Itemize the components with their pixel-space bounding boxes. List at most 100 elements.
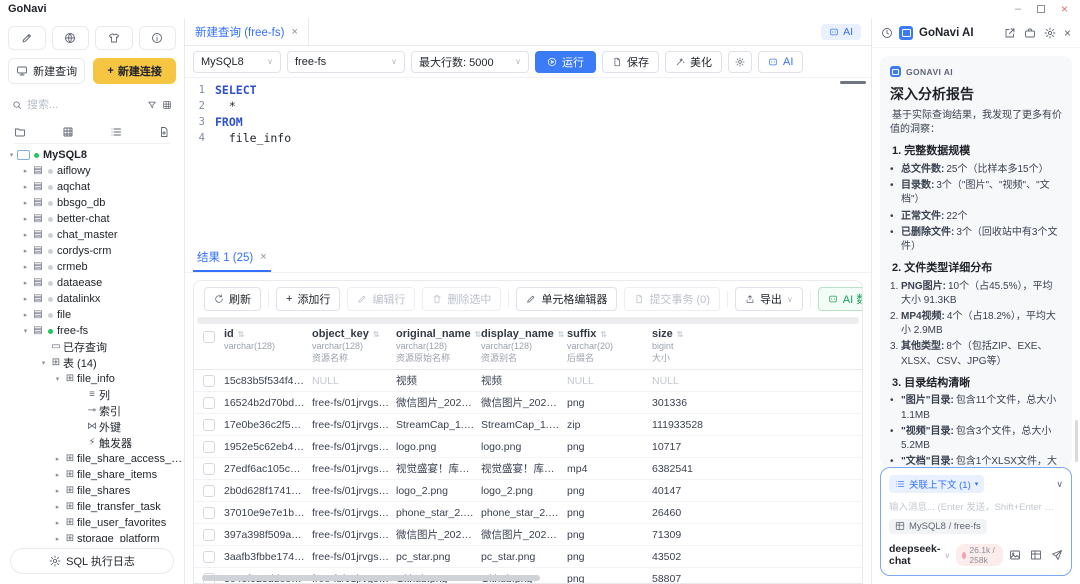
list-view-icon[interactable]	[110, 126, 122, 138]
cell-original-name[interactable]: logo.png	[396, 441, 481, 453]
open-external-icon[interactable]	[1004, 27, 1016, 39]
chat-input-box[interactable]: 关联上下文 (1) ▾ ∨ 输入消息... (Enter 发送，Shift+En…	[880, 467, 1072, 576]
row-checkbox[interactable]	[203, 397, 215, 409]
close-window-button[interactable]: ×	[1061, 3, 1068, 15]
tree-expand-arrow[interactable]: ▾	[52, 375, 63, 383]
sort-icon[interactable]: ⇅	[238, 330, 245, 339]
info-button[interactable]	[139, 26, 177, 50]
sql-editor[interactable]: 1 SELECT 2 * 3 FROM 4 file_info	[185, 78, 871, 247]
tree-item[interactable]: ▸ ⊞ file_shares	[0, 483, 184, 499]
column-header-display-name[interactable]: display_name⇅ varchar(128) 资源别名	[481, 328, 567, 364]
cell-suffix[interactable]: mp4	[567, 463, 652, 475]
tree-expand-arrow[interactable]: ▸	[20, 247, 31, 255]
table-view-icon[interactable]	[62, 126, 74, 138]
tree-item[interactable]: ▸ ▤ file	[0, 307, 184, 323]
tree-item[interactable]: ≡ 列	[0, 387, 184, 403]
cell-id[interactable]: 15c83b5f534f49e4b...	[224, 375, 312, 387]
delete-selected-button[interactable]: 删除选中	[422, 287, 501, 311]
tree-item[interactable]: ▸ ⊞ storage_platform	[0, 531, 184, 542]
row-checkbox[interactable]	[203, 441, 215, 453]
attach-table-icon[interactable]	[1030, 549, 1042, 561]
editor-settings-button[interactable]	[728, 51, 752, 73]
tree-expand-arrow[interactable]: ▸	[52, 487, 63, 495]
tree-expand-arrow[interactable]: ▸	[52, 519, 63, 527]
cell-object-key[interactable]: free-fs/01jrvgs943q...	[312, 485, 396, 497]
run-button[interactable]: 运行	[535, 51, 596, 73]
tree-item[interactable]: ▸ ▤ cordys-crm	[0, 243, 184, 259]
tree-item[interactable]: ▸ ⊞ file_transfer_task	[0, 499, 184, 515]
cell-id[interactable]: 397a398f509a44aa9...	[224, 529, 312, 541]
cell-size[interactable]: 58807	[652, 573, 862, 583]
table-row[interactable]: 37010e9e7e1b4954... free-fs/01jrvgs943q.…	[194, 502, 862, 524]
search-input[interactable]	[27, 99, 142, 111]
cell-size[interactable]: 40147	[652, 485, 862, 497]
tree-item[interactable]: ▸ ▤ better-chat	[0, 211, 184, 227]
message-input-placeholder[interactable]: 输入消息... (Enter 发送，Shift+Enter 换行，/ 快捷命令)	[889, 499, 1063, 513]
cell-original-name[interactable]: logo_2.png	[396, 485, 481, 497]
cell-suffix[interactable]: zip	[567, 419, 652, 431]
send-icon[interactable]	[1051, 549, 1063, 561]
table-row[interactable]: 16524b2d70bd4527... free-fs/01jrvgs943q.…	[194, 392, 862, 414]
folder-view-icon[interactable]	[14, 126, 26, 138]
table-row[interactable]: 17e0be36c2f541ce9... free-fs/01jrvgs943q…	[194, 414, 862, 436]
tree-expand-arrow[interactable]: ▸	[52, 503, 63, 511]
cell-id[interactable]: 2b0d628f17414983...	[224, 485, 312, 497]
select-all-checkbox[interactable]	[203, 331, 215, 343]
cell-object-key[interactable]: NULL	[312, 375, 396, 387]
commit-transaction-button[interactable]: 提交事务 (0)	[624, 287, 720, 311]
close-tab-icon[interactable]: ×	[291, 26, 297, 38]
pen-tool-button[interactable]	[8, 26, 46, 50]
refresh-button[interactable]: 刷新	[204, 287, 261, 311]
save-button[interactable]: 保存	[602, 51, 659, 73]
cell-suffix[interactable]: png	[567, 551, 652, 563]
cell-suffix[interactable]: png	[567, 573, 652, 583]
cell-suffix[interactable]: NULL	[567, 375, 652, 387]
cell-display-name[interactable]: StreamCap_1.0.2_2_...	[481, 419, 567, 431]
sort-icon[interactable]: ⇅	[373, 330, 380, 339]
cell-display-name[interactable]: 微信图片_20240326...	[481, 395, 567, 410]
tree-item[interactable]: ▸ ▤ chat_master	[0, 227, 184, 243]
cell-size[interactable]: 301336	[652, 397, 862, 409]
close-result-tab-icon[interactable]: ×	[260, 251, 266, 263]
beautify-button[interactable]: 美化	[665, 51, 722, 73]
tree-item[interactable]: ▸ ▤ aqchat	[0, 179, 184, 195]
tree-item[interactable]: ⚡ 触发器	[0, 435, 184, 451]
table-row[interactable]: 27edf6ac105c44598... free-fs/01jrvgs943q…	[194, 458, 862, 480]
theme-button[interactable]	[95, 26, 133, 50]
tab-result-1[interactable]: 结果 1 (25) ×	[193, 249, 271, 272]
column-header-id[interactable]: id⇅ varchar(128)	[224, 328, 312, 364]
context-badge[interactable]: 关联上下文 (1) ▾	[889, 475, 984, 493]
tree-expand-arrow[interactable]: ▸	[20, 311, 31, 319]
toolbox-icon[interactable]	[1024, 27, 1036, 39]
connection-select[interactable]: MySQL8 ∨	[193, 51, 281, 73]
table-row[interactable]: 3aafb3fbbe174a34a... free-fs/01jrvgs943q…	[194, 546, 862, 568]
database-select[interactable]: free-fs ∨	[287, 51, 405, 73]
cell-object-key[interactable]: free-fs/01jrvgs943q...	[312, 529, 396, 541]
new-connection-button[interactable]: + 新建连接	[93, 58, 176, 84]
row-checkbox[interactable]	[203, 375, 215, 387]
cell-id[interactable]: 37010e9e7e1b4954...	[224, 507, 312, 519]
new-query-button[interactable]: 新建查询	[8, 58, 85, 84]
cell-editor-button[interactable]: 单元格编辑器	[516, 287, 617, 311]
horizontal-scrollbar-thumb[interactable]	[202, 575, 540, 581]
table-row[interactable]: 2b0d628f17414983... free-fs/01jrvgs943q.…	[194, 480, 862, 502]
tree-item[interactable]: ⊸ 索引	[0, 403, 184, 419]
tree-item[interactable]: ▾ ⊞ file_info	[0, 371, 184, 387]
tree-expand-arrow[interactable]: ▸	[20, 215, 31, 223]
gear-icon[interactable]	[1044, 27, 1056, 39]
cell-original-name[interactable]: 视觉盛宴！库里隔...	[396, 461, 481, 476]
tree-expand-arrow[interactable]: ▸	[20, 295, 31, 303]
tree-item[interactable]: ▸ ▤ aiflowy	[0, 163, 184, 179]
tree-expand-arrow[interactable]: ▾	[38, 359, 49, 367]
tree-expand-arrow[interactable]: ▸	[52, 535, 63, 542]
globe-button[interactable]	[52, 26, 90, 50]
max-rows-select[interactable]: 最大行数: 5000 ∨	[411, 51, 529, 73]
tree-item[interactable]: ▸ ⊞ file_share_access_record	[0, 451, 184, 467]
cell-object-key[interactable]: free-fs/01jrvgs943q...	[312, 507, 396, 519]
tree-item[interactable]: ▸ ▤ bbsgo_db	[0, 195, 184, 211]
cell-object-key[interactable]: free-fs/01jrvgs943q...	[312, 397, 396, 409]
tree-item[interactable]: ▸ ⊞ file_user_favorites	[0, 515, 184, 531]
tree-expand-arrow[interactable]: ▸	[20, 183, 31, 191]
tree-item[interactable]: ▸ ▤ dataease	[0, 275, 184, 291]
cell-size[interactable]: 26460	[652, 507, 862, 519]
